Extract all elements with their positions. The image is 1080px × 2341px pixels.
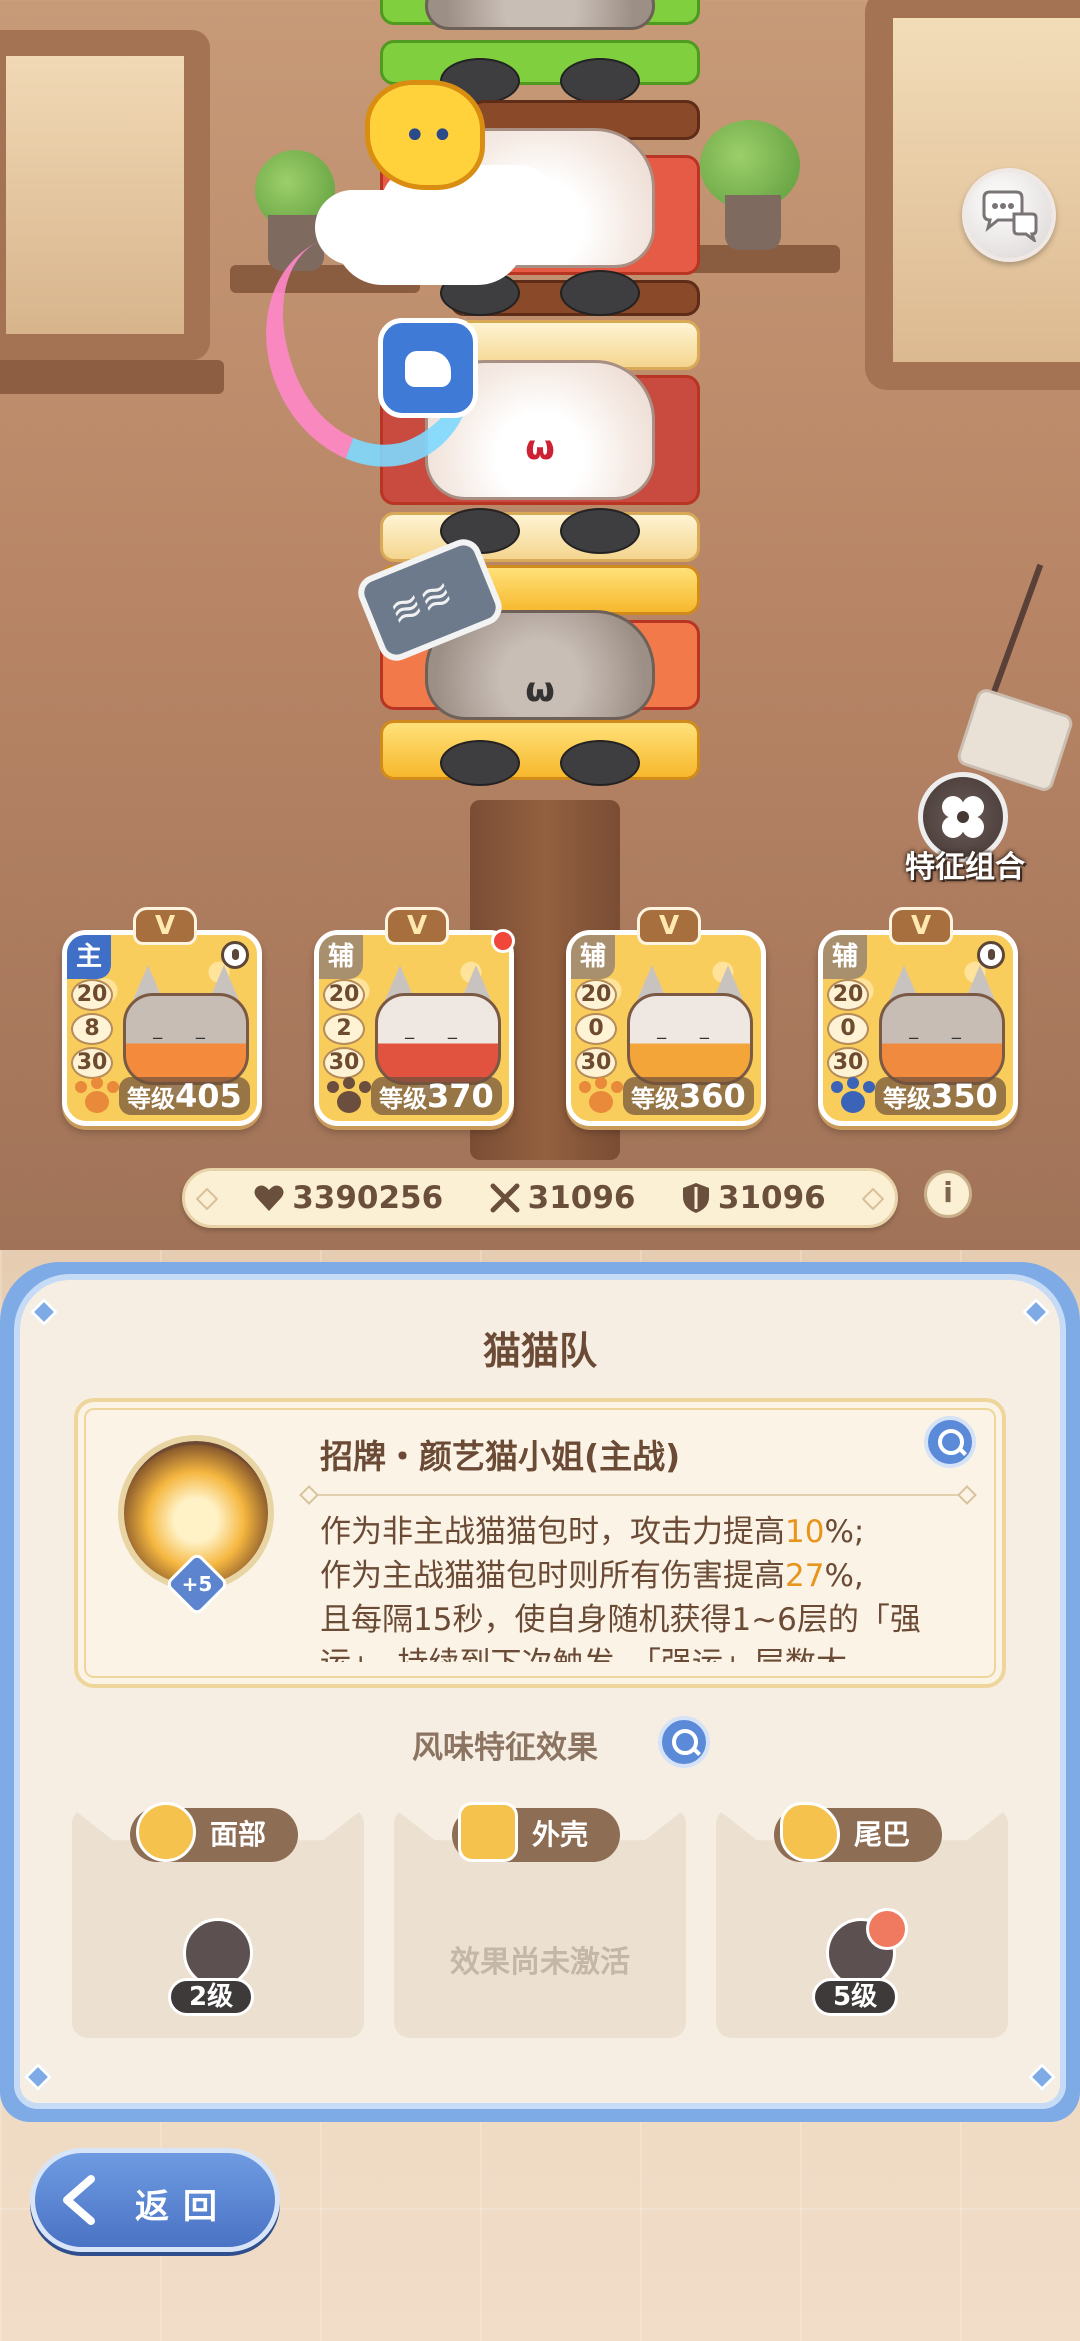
face-level-badge: 2级 (168, 1978, 255, 2016)
stat-value: 30 (827, 1047, 869, 1079)
panel-title: 猫猫队 (482, 1329, 597, 1373)
flavor-effects-title: 风味特征效果 (412, 1730, 598, 1766)
paw-icon (577, 1077, 625, 1117)
member-stats: 20 0 30 (575, 979, 617, 1079)
thumbs-up-icon (866, 1908, 908, 1950)
role-badge: 辅 (571, 935, 615, 979)
stat-value: 20 (827, 979, 869, 1011)
hp-stat: 3390256 (254, 1180, 443, 1216)
paw-icon (325, 1077, 373, 1117)
crossed-swords-icon (490, 1183, 520, 1213)
team-stats-bar: 3390256 31096 31096 (182, 1168, 898, 1228)
background-pot (725, 195, 781, 250)
notification-dot (491, 929, 515, 953)
stat-value: 0 (827, 1013, 869, 1045)
chat-bubbles-icon (982, 190, 1038, 242)
shell-box-icon (458, 1802, 518, 1862)
hp-value: 3390256 (292, 1180, 444, 1216)
cat-face-icon (136, 1802, 196, 1862)
back-label: 返回 (135, 2187, 231, 2227)
shield-icon (682, 1183, 709, 1213)
level-badge: 等级405 (119, 1077, 250, 1115)
defense-value: 31096 (717, 1180, 826, 1216)
background-window-left (0, 30, 224, 394)
value-highlight: 10 (785, 1514, 825, 1550)
cat-portrait: ‾ ‾ (879, 965, 1005, 1085)
role-badge: 辅 (319, 935, 363, 979)
member-stats: 20 0 30 (827, 979, 869, 1079)
stat-value: 2 (323, 1013, 365, 1045)
tail-icon (780, 1802, 840, 1862)
stat-value: 20 (575, 979, 617, 1011)
stat-value: 30 (575, 1047, 617, 1079)
stat-value: 8 (71, 1013, 113, 1045)
slot-tag-shell: 外壳 (452, 1802, 621, 1862)
stat-value: 30 (71, 1047, 113, 1079)
attack-stat: 31096 (490, 1180, 636, 1216)
cloud-effect (335, 190, 525, 285)
stat-value: 20 (323, 979, 365, 1011)
skill-zoom-icon[interactable] (924, 1416, 976, 1468)
cat-portrait: ‾ ‾ (123, 965, 249, 1085)
cat-portrait: ‾ ‾ (375, 965, 501, 1085)
flavor-zoom-icon[interactable] (658, 1716, 710, 1768)
tier-tab: V (889, 907, 953, 945)
paw-icon (73, 1077, 121, 1117)
team-member-card[interactable]: V 辅 20 2 30 ‾ ‾ 等级370 (314, 907, 515, 1126)
attack-value: 31096 (527, 1180, 636, 1216)
team-member-card[interactable]: V 辅 20 0 30 ‾ ‾ 等级360 (566, 907, 766, 1126)
back-button[interactable]: 返回 (30, 2148, 280, 2252)
skill-description[interactable]: 作为非主战猫猫包时，攻击力提高10%; 作为主战猫猫包时则所有伤害提高27%, … (320, 1510, 970, 1662)
clover-icon (942, 796, 984, 838)
team-member-card[interactable]: V 主 20 8 30 ‾ ‾ 等级405 (62, 907, 262, 1126)
member-stats: 20 2 30 (323, 979, 365, 1079)
tier-tab: V (637, 907, 701, 945)
skill-avatar-icon[interactable]: +5 (118, 1435, 274, 1617)
skill-name: 招牌・颜艺猫小姐(主战) (320, 1437, 681, 1476)
role-badge: 主 (67, 935, 111, 979)
tier-tab: V (385, 907, 449, 945)
stat-value: 30 (323, 1047, 365, 1079)
heart-icon (254, 1185, 284, 1211)
cat-portrait: ‾ ‾ (627, 965, 753, 1085)
member-stats: 20 8 30 (71, 979, 113, 1079)
role-badge: 辅 (823, 935, 867, 979)
defense-stat: 31096 (682, 1180, 826, 1216)
level-badge: 等级370 (371, 1077, 502, 1115)
back-arrow-icon (63, 2175, 95, 2225)
level-badge: 等级360 (623, 1077, 754, 1115)
stats-info-button[interactable]: i (924, 1170, 972, 1218)
slot-tag-face: 面部 (130, 1802, 299, 1862)
stat-value: 20 (71, 979, 113, 1011)
paw-icon (829, 1077, 877, 1117)
blue-shell-badge-icon (378, 318, 478, 418)
stat-value: 0 (575, 1013, 617, 1045)
level-badge: 等级350 (875, 1077, 1006, 1115)
shell-inactive-text: 效果尚未激活 (450, 1945, 630, 1980)
chat-button[interactable] (962, 168, 1056, 262)
skill-divider (310, 1494, 966, 1496)
tail-level-badge: 5级 (812, 1978, 899, 2016)
team-member-card[interactable]: V 辅 20 0 30 ‾ ‾ 等级350 (818, 907, 1018, 1126)
trait-combo-label[interactable]: 特征组合 (880, 842, 1050, 886)
tier-tab: V (133, 907, 197, 945)
slot-tag-tail: 尾巴 (774, 1802, 943, 1862)
flower-face-badge-icon (365, 80, 485, 190)
value-highlight: 27 (785, 1558, 825, 1594)
